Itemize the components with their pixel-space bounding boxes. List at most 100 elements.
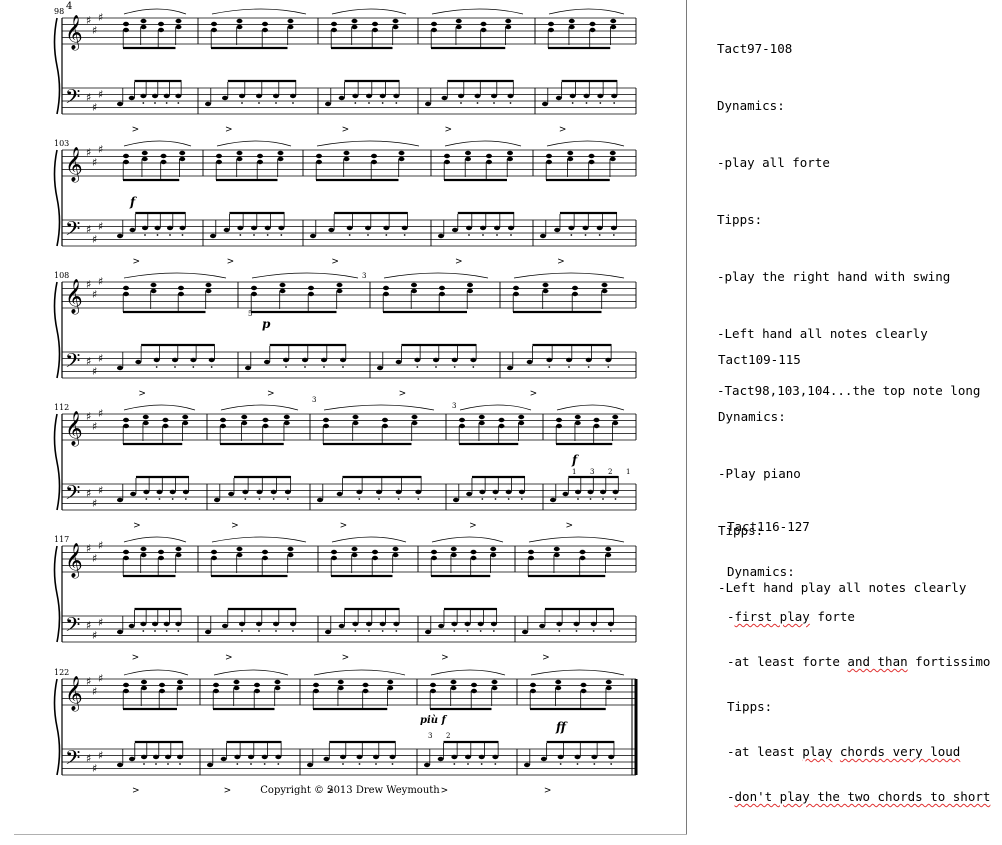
note-head <box>507 156 513 162</box>
staccato-dot <box>241 630 243 632</box>
staccato-dot <box>368 630 370 632</box>
slur <box>548 8 625 15</box>
note-head <box>593 423 600 429</box>
note-head <box>362 688 369 694</box>
note-head <box>392 24 399 30</box>
note-head <box>352 93 359 99</box>
text-span <box>832 744 840 759</box>
note-head <box>175 24 182 30</box>
staccato-dot <box>510 234 512 236</box>
note-head <box>214 497 220 503</box>
music-system: 𝄞𝄢♯♯♯♯♯♯117> > > > > <box>53 535 637 663</box>
note-head <box>505 18 512 24</box>
staccato-dot <box>593 763 596 765</box>
staccato-dot <box>285 366 287 368</box>
slur <box>123 536 187 543</box>
note-head <box>343 156 350 162</box>
note-head <box>175 93 182 99</box>
notes-dynamics-label: Dynamics: <box>727 564 795 579</box>
note-head <box>140 18 147 24</box>
staccato-dot <box>577 498 579 500</box>
note-head <box>371 159 377 165</box>
staccato-dot <box>480 763 483 765</box>
note-head <box>431 549 437 555</box>
note-head <box>530 688 536 694</box>
accent-mark: > <box>441 653 449 663</box>
staccato-dot <box>253 234 255 236</box>
accent-mark: > <box>542 653 550 663</box>
slur <box>383 272 489 279</box>
treble-clef-icon: 𝄞 <box>65 543 83 579</box>
note-head <box>411 414 418 420</box>
staccato-dot <box>395 630 398 632</box>
note-head <box>123 688 129 694</box>
staccato-dot <box>156 234 159 236</box>
brace <box>53 545 61 643</box>
note-head <box>340 754 346 760</box>
fingering-number: 3 <box>452 402 456 410</box>
note-head <box>156 489 163 495</box>
note-head <box>141 685 147 691</box>
note-head <box>605 357 612 363</box>
staccato-dot <box>482 234 484 236</box>
page-divider-horizontal <box>14 834 687 835</box>
music-system: 𝄞𝄢♯♯♯♯♯♯112> > > > > <box>53 403 637 531</box>
note-head <box>478 754 485 760</box>
sharp-icon: ♯ <box>86 410 91 423</box>
spellcheck-flagged-text: first play <box>734 609 810 624</box>
note-head <box>470 555 477 561</box>
staccato-dot <box>479 630 482 632</box>
notes-tip-line: -play the right hand with swing <box>717 269 951 284</box>
note-head <box>175 552 182 558</box>
note-head <box>431 21 437 27</box>
accent-mark: > <box>331 257 339 267</box>
note-head <box>117 233 123 239</box>
text-span: - <box>727 609 735 624</box>
staccato-dot <box>602 498 604 500</box>
note-head <box>152 93 158 99</box>
staccato-dot <box>286 498 289 500</box>
note-head <box>279 282 286 288</box>
note-head <box>465 150 471 156</box>
note-head <box>572 291 578 297</box>
fingering-number: 3 <box>362 272 366 280</box>
note-head <box>211 555 217 561</box>
note-head <box>371 153 377 159</box>
note-head <box>451 621 458 627</box>
note-head <box>236 156 243 162</box>
sharp-icon: ♯ <box>98 220 103 233</box>
accent-mark: > <box>132 786 140 796</box>
sharp-icon: ♯ <box>86 278 91 291</box>
spellcheck-flagged-text: play <box>802 744 833 759</box>
staccato-dot <box>476 102 479 104</box>
note-head <box>205 282 212 288</box>
note-head <box>455 18 462 24</box>
accent-mark: > <box>267 389 275 399</box>
staccato-dot <box>167 763 169 765</box>
note-head <box>236 18 243 24</box>
note-head <box>389 754 396 760</box>
note-head <box>492 754 499 760</box>
note-head <box>123 549 129 555</box>
note-head <box>431 555 437 561</box>
accent-mark: > <box>342 653 350 663</box>
page-number: 4 <box>66 1 72 12</box>
accent-mark: > <box>544 786 552 796</box>
staccato-dot <box>358 498 361 500</box>
note-head <box>398 150 405 156</box>
note-head <box>257 159 263 165</box>
note-head <box>331 549 337 555</box>
note-head <box>302 357 308 363</box>
note-head <box>228 491 235 497</box>
dynamic-marking: p <box>262 317 271 331</box>
staccato-dot <box>348 234 351 236</box>
staccato-dot <box>520 498 523 500</box>
note-head <box>513 291 519 297</box>
note-head <box>236 24 243 30</box>
staccato-dot <box>342 366 344 368</box>
note-head <box>425 101 431 107</box>
treble-clef-icon: 𝄞 <box>65 411 83 447</box>
accent-mark: > <box>340 521 348 531</box>
staccato-dot <box>468 234 470 236</box>
staccato-dot <box>466 630 469 632</box>
